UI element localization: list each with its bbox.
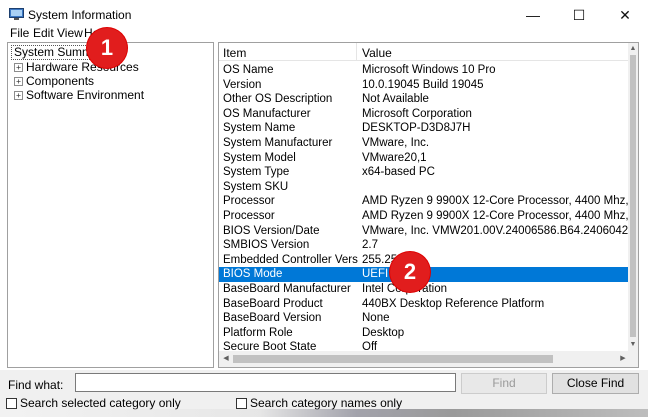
cell-item: BaseBoard Manufacturer bbox=[223, 282, 351, 295]
table-row[interactable]: BaseBoard Version None bbox=[219, 311, 628, 326]
vertical-scrollbar[interactable]: ▲ ▼ bbox=[628, 43, 638, 351]
list-header: Item Value bbox=[219, 43, 630, 61]
category-tree: System Summary + Hardware Resources + Co… bbox=[7, 42, 214, 368]
cell-value: AMD Ryzen 9 9900X 12-Core Processor, 440… bbox=[362, 209, 628, 222]
find-input[interactable] bbox=[75, 373, 456, 392]
tree-item-label: Hardware Resources bbox=[26, 60, 139, 74]
cell-item: OS Manufacturer bbox=[223, 107, 311, 120]
checkbox-label: Search selected category only bbox=[20, 396, 181, 410]
cell-value: x64-based PC bbox=[362, 166, 435, 179]
minimize-icon: — bbox=[526, 7, 540, 23]
menu-view[interactable]: View bbox=[57, 26, 83, 40]
table-row[interactable]: Platform Role Desktop bbox=[219, 326, 628, 341]
menu-edit[interactable]: Edit bbox=[33, 26, 54, 40]
cell-value: VMware20,1 bbox=[362, 151, 427, 164]
table-row[interactable]: Other OS Description Not Available bbox=[219, 92, 628, 107]
cell-value: 440BX Desktop Reference Platform bbox=[362, 297, 545, 310]
cell-value: DESKTOP-D3D8J7H bbox=[362, 122, 471, 135]
cell-value: AMD Ryzen 9 9900X 12-Core Processor, 440… bbox=[362, 195, 628, 208]
table-row[interactable]: System Model VMware20,1 bbox=[219, 151, 628, 166]
expand-icon[interactable]: + bbox=[14, 76, 23, 86]
scroll-corner bbox=[628, 351, 638, 367]
details-list: Item Value OS Name Microsoft Windows 10 P… bbox=[218, 42, 639, 368]
cell-value: 10.0.19045 Build 19045 bbox=[362, 78, 484, 91]
cell-item: BaseBoard Version bbox=[223, 312, 322, 325]
vertical-scroll-thumb[interactable] bbox=[630, 55, 636, 337]
table-row[interactable]: OS Manufacturer Microsoft Corporation bbox=[219, 107, 628, 122]
cell-item: Platform Role bbox=[223, 326, 293, 339]
expand-icon[interactable]: + bbox=[14, 62, 23, 72]
menu-file[interactable]: File bbox=[10, 26, 29, 40]
cell-item: OS Name bbox=[223, 64, 274, 76]
cell-value: 2.7 bbox=[362, 239, 378, 252]
cell-value: Not Available bbox=[362, 93, 429, 106]
cell-item: SMBIOS Version bbox=[223, 239, 310, 252]
cell-item: Processor bbox=[223, 209, 275, 222]
cell-item: Processor bbox=[223, 195, 275, 208]
cell-value: Microsoft Corporation bbox=[362, 107, 472, 120]
table-row[interactable]: System SKU bbox=[219, 180, 628, 195]
scroll-left-icon[interactable]: ◀ bbox=[220, 353, 232, 365]
cell-value: Microsoft Windows 10 Pro bbox=[362, 64, 496, 76]
table-row[interactable]: System Type x64-based PC bbox=[219, 165, 628, 180]
cell-item: BIOS Mode bbox=[223, 268, 283, 281]
cell-item: Embedded Controller Version bbox=[223, 253, 358, 266]
cell-item: System Manufacturer bbox=[223, 136, 333, 149]
find-button[interactable]: Find bbox=[461, 373, 547, 394]
maximize-icon: ☐ bbox=[572, 6, 586, 23]
search-selected-category-checkbox[interactable]: Search selected category only bbox=[6, 396, 181, 410]
table-row[interactable]: SMBIOS Version 2.7 bbox=[219, 238, 628, 253]
cell-item: Version bbox=[223, 78, 262, 91]
table-row[interactable]: System Name DESKTOP-D3D8J7H bbox=[219, 121, 628, 136]
column-header-item[interactable]: Item bbox=[223, 46, 246, 60]
table-row[interactable]: System Manufacturer VMware, Inc. bbox=[219, 136, 628, 151]
cell-item: System Type bbox=[223, 166, 290, 179]
tree-item-software-environment[interactable]: + Software Environment bbox=[14, 88, 144, 102]
horizontal-scroll-thumb[interactable] bbox=[233, 355, 553, 363]
callout-marker-1: 1 bbox=[87, 28, 127, 68]
desktop-background bbox=[0, 409, 648, 417]
callout-marker-2: 2 bbox=[390, 252, 430, 292]
close-find-button[interactable]: Close Find bbox=[552, 373, 639, 394]
list-rows: OS Name Microsoft Windows 10 Pro Version 10… bbox=[219, 63, 628, 355]
table-row[interactable]: Version 10.0.19045 Build 19045 bbox=[219, 78, 628, 93]
table-row[interactable]: Processor AMD Ryzen 9 9900X 12-Core Proce… bbox=[219, 209, 628, 224]
column-header-value[interactable]: Value bbox=[362, 46, 392, 60]
find-label: Find what: bbox=[8, 378, 64, 392]
cell-item: System Name bbox=[223, 122, 296, 135]
cell-item: System Model bbox=[223, 151, 296, 164]
tree-item-components[interactable]: + Components bbox=[14, 74, 94, 88]
close-icon: ✕ bbox=[619, 6, 631, 23]
scroll-up-icon[interactable]: ▲ bbox=[628, 44, 638, 54]
search-category-names-checkbox[interactable]: Search category names only bbox=[236, 396, 402, 410]
table-row[interactable]: OS Name Microsoft Windows 10 Pro bbox=[219, 63, 628, 78]
checkbox-box[interactable] bbox=[6, 397, 17, 409]
checkbox-box[interactable] bbox=[236, 397, 247, 409]
table-row[interactable]: BIOS Version/Date VMware, Inc. VMW201.00V… bbox=[219, 224, 628, 239]
table-row[interactable]: BaseBoard Product 440BX Desktop Reference… bbox=[219, 297, 628, 312]
cell-value: None bbox=[362, 312, 390, 325]
system-information-icon bbox=[9, 8, 24, 21]
table-row[interactable]: Processor AMD Ryzen 9 9900X 12-Core Proce… bbox=[219, 194, 628, 209]
window-title: System Information bbox=[28, 8, 132, 22]
cell-value: VMware, Inc. bbox=[362, 136, 430, 149]
horizontal-scrollbar[interactable]: ◀ ▶ bbox=[219, 351, 630, 367]
expand-icon[interactable]: + bbox=[14, 90, 23, 100]
cell-item: BIOS Version/Date bbox=[223, 224, 320, 237]
tree-item-label: Components bbox=[26, 74, 95, 88]
scroll-down-icon[interactable]: ▼ bbox=[628, 340, 638, 350]
cell-item: BaseBoard Product bbox=[223, 297, 323, 310]
cell-value: VMware, Inc. VMW201.00V.24006586.B64.240… bbox=[362, 224, 628, 237]
tree-item-label: Software Environment bbox=[26, 88, 145, 102]
cell-value: Desktop bbox=[362, 326, 405, 339]
cell-item: System SKU bbox=[223, 180, 289, 193]
column-divider[interactable] bbox=[356, 43, 357, 61]
checkbox-label: Search category names only bbox=[250, 396, 403, 410]
cell-item: Other OS Description bbox=[223, 93, 333, 106]
